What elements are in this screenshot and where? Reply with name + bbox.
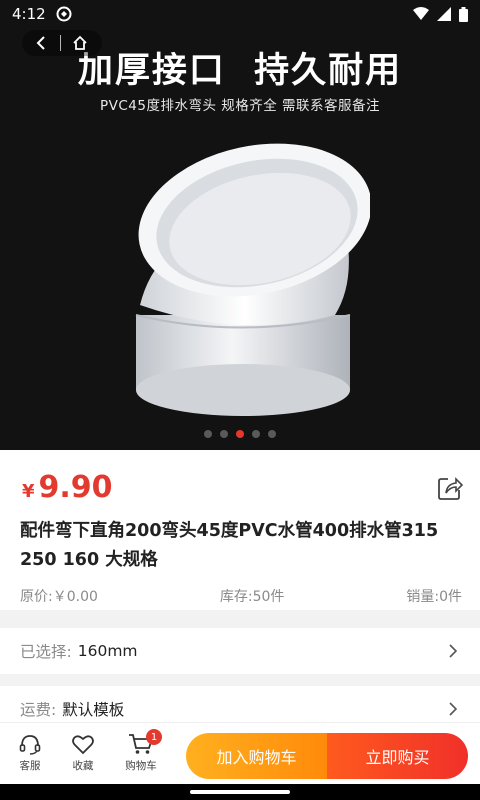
selection-value: 160mm: [77, 642, 138, 660]
favorite-button[interactable]: 收藏: [58, 733, 108, 773]
chevron-right-icon: [449, 644, 458, 658]
system-nav-bar: [0, 784, 480, 800]
signal-icon: [437, 7, 451, 21]
carousel-indicator: [0, 430, 480, 438]
home-indicator[interactable]: [190, 790, 290, 794]
original-price: 原价:￥0.00: [20, 589, 98, 605]
home-icon: [73, 35, 87, 50]
cart-label: 购物车: [125, 760, 157, 772]
status-time: 4:12: [12, 5, 46, 23]
bottom-action-bar: 客服 收藏 购物车 1 加入购物车 立即购买: [0, 722, 480, 784]
carousel-dot[interactable]: [220, 430, 228, 438]
service-label: 客服: [19, 760, 41, 772]
chevron-right-icon: [449, 702, 458, 716]
favorite-label: 收藏: [72, 760, 94, 772]
heart-icon: [72, 735, 94, 755]
share-icon[interactable]: [436, 474, 464, 502]
battery-icon: [459, 6, 468, 22]
shipping-value: 默认模板: [62, 701, 125, 719]
carousel-dot[interactable]: [204, 430, 212, 438]
shipping-label: 运费:: [20, 701, 57, 719]
carousel-dot[interactable]: [252, 430, 260, 438]
pvc-elbow-image: [135, 143, 370, 416]
wifi-icon: [413, 7, 429, 20]
hero-subtitle: PVC45度排水弯头 规格齐全 需联系客服备注: [99, 98, 381, 114]
back-button[interactable]: [22, 30, 60, 56]
currency-symbol: ¥: [22, 481, 35, 502]
stock-count: 库存:50件: [219, 589, 285, 605]
buy-now-button[interactable]: 立即购买: [327, 733, 468, 779]
customer-service-button[interactable]: 客服: [5, 733, 55, 773]
status-bar: 4:12: [0, 0, 480, 28]
sales-count: 销量:0件: [406, 589, 462, 605]
headset-icon: [19, 735, 41, 755]
price: ¥ 9.90: [22, 470, 113, 505]
selection-label: 已选择:: [20, 643, 72, 661]
back-icon: [36, 36, 45, 50]
product-image-carousel[interactable]: 加厚接口 持久耐用 PVC45度排水弯头 规格齐全 需联系客服备注: [0, 0, 480, 450]
home-button[interactable]: [61, 30, 99, 56]
cart-button[interactable]: 购物车 1: [116, 729, 166, 773]
spec-selection-row[interactable]: 已选择: 160mm: [0, 628, 480, 674]
nav-capsule: [22, 30, 102, 56]
product-meta: 原价:￥0.00 库存:50件 销量:0件: [20, 586, 462, 606]
carousel-dot[interactable]: [268, 430, 276, 438]
product-title: 配件弯下直角200弯头45度PVC水管400排水管315 250 160 大规格: [20, 521, 439, 570]
add-to-cart-button[interactable]: 加入购物车: [186, 733, 327, 779]
cart-count-badge: 1: [146, 729, 162, 745]
carousel-dot-active[interactable]: [236, 430, 244, 438]
sync-icon: [56, 6, 72, 22]
purchase-buttons: 加入购物车 立即购买: [186, 733, 468, 779]
price-value: 9.90: [38, 470, 113, 505]
